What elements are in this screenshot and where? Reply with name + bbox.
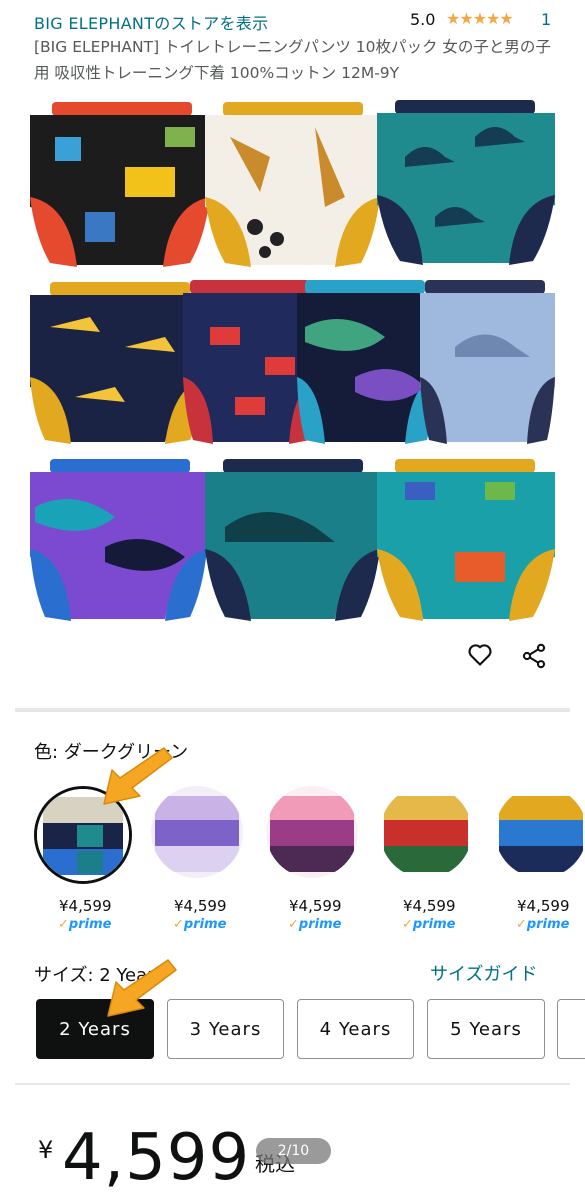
size-option-3-years[interactable]: 3 Years <box>167 999 284 1059</box>
color-price: ¥4,599 <box>59 897 112 915</box>
rating-stars[interactable]: ★★★★★ <box>446 9 514 28</box>
color-price: ¥4,599 <box>174 897 227 915</box>
rating-value: 5.0 <box>410 10 436 29</box>
product-title: [BIG ELEPHANT] トイレトレーニングパンツ 10枚パック 女の子と男… <box>34 38 551 82</box>
color-swatch-pink[interactable] <box>266 786 358 878</box>
store-link[interactable]: BIG ELEPHANTのストアを表示 <box>34 10 268 34</box>
size-option-more[interactable] <box>557 999 585 1059</box>
annotation-arrow <box>103 747 173 805</box>
size-option-4-years[interactable]: 4 Years <box>297 999 414 1059</box>
prime-badge: ✓prime <box>173 917 227 932</box>
image-pager: 2/10 <box>256 1138 331 1164</box>
color-swatch-blue[interactable] <box>495 786 585 878</box>
prime-badge: ✓prime <box>288 917 342 932</box>
rating-count[interactable]: 1 <box>541 10 551 29</box>
color-price: ¥4,599 <box>289 897 342 915</box>
prime-badge: ✓prime <box>58 917 112 932</box>
size-option-5-years[interactable]: 5 Years <box>427 999 545 1059</box>
heart-icon[interactable] <box>466 640 494 668</box>
price-currency: ¥ <box>38 1136 54 1164</box>
price-amount: 4,599 <box>62 1121 251 1195</box>
product-image-graphic <box>30 100 555 621</box>
share-icon[interactable] <box>520 642 548 670</box>
color-price: ¥4,599 <box>403 897 456 915</box>
product-image[interactable] <box>15 97 570 627</box>
size-guide-link[interactable]: サイズガイド <box>430 960 537 986</box>
color-price: ¥4,599 <box>517 897 570 915</box>
section-divider <box>15 708 570 712</box>
prime-badge: ✓prime <box>402 917 456 932</box>
color-swatch-vehicles[interactable] <box>380 786 472 878</box>
prime-badge: ✓prime <box>516 917 570 932</box>
annotation-arrow <box>107 959 177 1017</box>
section-divider <box>15 1083 570 1085</box>
